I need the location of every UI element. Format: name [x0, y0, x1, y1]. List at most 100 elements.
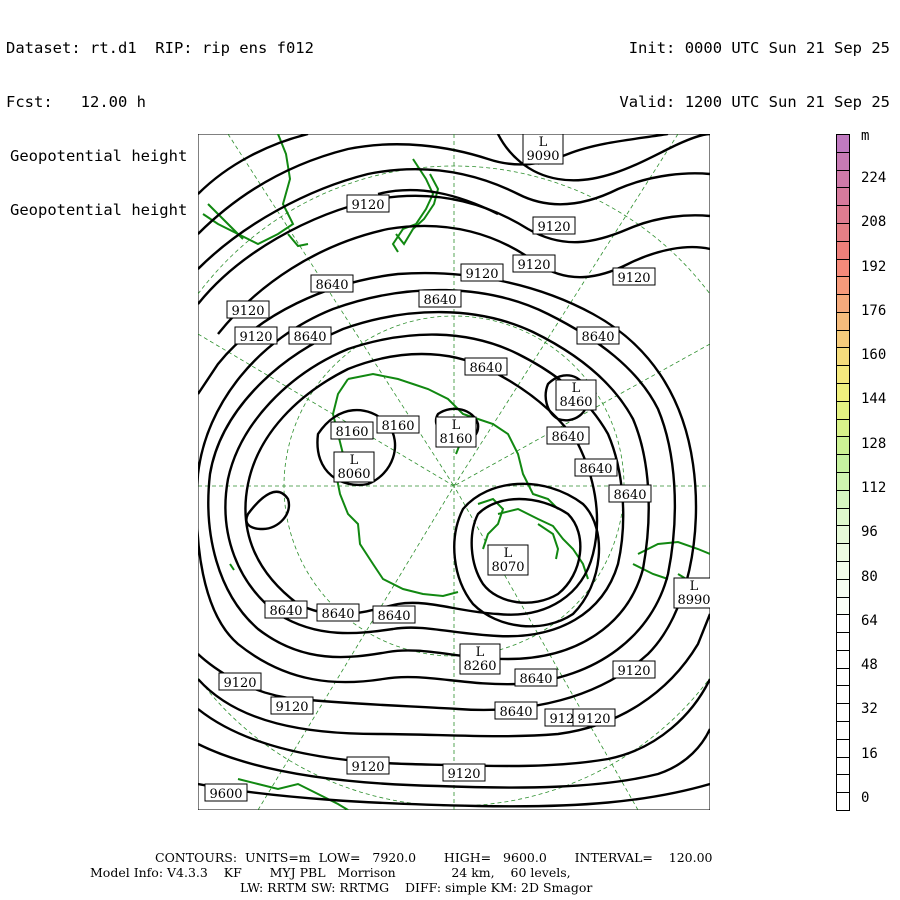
colorbar-swatch: [836, 649, 850, 669]
low-center-marker: L9090: [522, 134, 564, 165]
contour-label: 9120: [270, 696, 314, 715]
contour-label: 8160: [330, 421, 374, 440]
colorbar-swatch: [836, 294, 850, 313]
contour-label-text: 9120: [537, 220, 570, 235]
contour-label: 9120: [346, 756, 390, 775]
colorbar-swatch: [836, 560, 850, 580]
valid-time-label: Valid: 1200 UTC Sun 21 Sep 25: [619, 93, 890, 111]
forecast-hour-label: Fcst: 12.00 h: [6, 93, 146, 111]
low-center-marker: L8160: [435, 416, 477, 448]
colorbar-swatch: [836, 347, 850, 367]
low-center-value: 8260: [463, 659, 496, 674]
low-center-value: 8060: [337, 467, 370, 482]
dataset-label: Dataset: rt.d1 RIP: rip ens f012: [6, 39, 314, 57]
contour-label-text: 8640: [519, 672, 552, 687]
contour-label-text: 9120: [223, 676, 256, 691]
contour-label-text: 8160: [335, 425, 368, 440]
colorbar-swatch: [836, 614, 850, 634]
low-center-marker: L8060: [333, 451, 375, 483]
colorbar-swatch: [836, 134, 850, 153]
low-center-value: 8460: [559, 395, 592, 410]
colorbar-tick-label: 32: [861, 701, 878, 718]
contour-label: 9120: [460, 263, 504, 282]
colorbar-swatch: [836, 240, 850, 260]
physics-info-line: LW: RRTM SW: RRTMG DIFF: simple KM: 2D S…: [240, 880, 593, 895]
colorbar-swatch: [836, 578, 850, 598]
contour-label-text: 9120: [351, 760, 384, 775]
colorbar-swatch: [836, 329, 850, 349]
contour-label-text: 8640: [613, 488, 646, 503]
colorbar-tick-label: 176: [861, 302, 887, 319]
contour-label-text: 9120: [447, 767, 480, 782]
colorbar-swatch: [836, 703, 850, 723]
contour-label: 8640: [264, 600, 308, 619]
low-center-letter: L: [452, 418, 461, 433]
contour-label-text: 8640: [377, 609, 410, 624]
low-center-letter: L: [690, 579, 699, 594]
geopotential-map: 9120 9120 9120 9120 9120 9120 9120 9120 9120 9120…: [198, 134, 710, 810]
contour-label: 8640: [546, 426, 590, 445]
colorbar-tick-label: 48: [861, 657, 878, 674]
contour-label: 9120: [218, 672, 262, 691]
contour-label: 8640: [372, 605, 416, 624]
colorbar-tick-label: 16: [861, 745, 878, 762]
low-center-letter: L: [350, 453, 359, 468]
colorbar-tick-label: 144: [861, 391, 887, 408]
contour-label-text: 9120: [275, 700, 308, 715]
contour-label-text: 9120: [517, 258, 550, 273]
contour-label-text: 9120: [617, 664, 650, 679]
contour-label-text: 9120: [239, 330, 272, 345]
contour-label: 9120: [612, 267, 656, 286]
colorbar-tick-label: 112: [861, 480, 887, 496]
contour-label: 9120: [532, 216, 576, 235]
colorbar-swatch: [836, 543, 850, 562]
colorbar-tick-label: 80: [861, 568, 878, 585]
colorbar-swatch: [836, 792, 850, 811]
contour-label: 8640: [576, 326, 620, 345]
contour-label: 8640: [464, 357, 508, 376]
colorbar-swatch: [836, 756, 850, 776]
contour-label: 8160: [376, 415, 420, 434]
colorbar-swatch: [836, 205, 850, 224]
colorbar-tick-label: 160: [861, 347, 887, 364]
contour-label-text: 8640: [293, 330, 326, 345]
colorbar-swatch: [836, 311, 850, 331]
header-right: Init: 0000 UTC Sun 21 Sep 25 Valid: 1200…: [619, 3, 890, 129]
colorbar-swatch: [836, 365, 850, 385]
colorbar-swatch: [836, 596, 850, 616]
contour-label: 9120: [226, 300, 270, 319]
contour-label-text: 9120: [351, 198, 384, 213]
colorbar-tick-label: 96: [861, 524, 878, 541]
low-center-letter: L: [476, 645, 485, 660]
colorbar-swatch: [836, 632, 850, 651]
contour-label: 8640: [288, 326, 332, 345]
contour-label-text: 8640: [579, 462, 612, 477]
colorbar-swatch: [836, 187, 850, 207]
contour-label: 9120: [442, 763, 486, 782]
colorbar-swatch: [836, 222, 850, 242]
colorbar-swatch: [836, 472, 850, 491]
contour-label: 8640: [514, 668, 558, 687]
contour-label-text: 8640: [423, 293, 456, 308]
contour-label-text: 9120: [617, 271, 650, 286]
colorbar-swatch: [836, 454, 850, 473]
contour-label: 9120: [234, 326, 278, 345]
colorbar-swatch: [836, 400, 850, 420]
colorbar-swatch: [836, 685, 850, 705]
contour-label-text: 9120: [465, 267, 498, 282]
contour-label-text: 9120: [577, 712, 610, 727]
init-time-label: Init: 0000 UTC Sun 21 Sep 25: [628, 39, 890, 57]
low-center-letter: L: [572, 381, 581, 396]
colorbar-swatch: [836, 738, 850, 758]
contour-label-text: 8640: [321, 607, 354, 622]
contour-label: 9120: [346, 194, 390, 213]
colorbar-tick-label: 128: [861, 435, 887, 452]
contour-label-text: 8640: [581, 330, 614, 345]
contour-label: 8640: [574, 458, 618, 477]
low-center-value: 8990: [677, 593, 710, 608]
contour-label: 9120: [572, 708, 616, 727]
colorbar-swatch: [836, 436, 850, 456]
colorbar-swatch: [836, 489, 850, 509]
low-center-value: 9090: [526, 149, 559, 164]
contour-label-text: 8160: [381, 419, 414, 434]
